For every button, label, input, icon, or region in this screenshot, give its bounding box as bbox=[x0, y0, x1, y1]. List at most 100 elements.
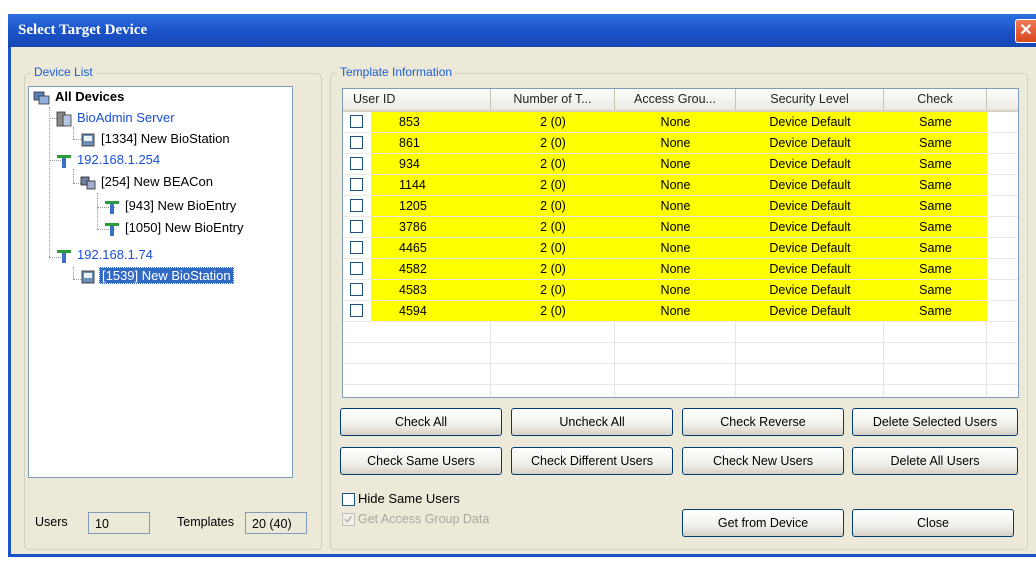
column-header-check[interactable]: Check bbox=[884, 89, 987, 110]
template-table[interactable]: User ID Number of T... Access Grou... Se… bbox=[342, 88, 1019, 398]
templates-cell: 2 (0) bbox=[491, 280, 615, 300]
access-group-cell: None bbox=[615, 259, 736, 279]
tree-node-biostation-1334[interactable]: [1334] New BioStation bbox=[79, 131, 232, 148]
empty-cell bbox=[343, 364, 491, 384]
security-level-cell: Device Default bbox=[736, 112, 884, 132]
bioentry-icon bbox=[105, 222, 119, 236]
row-checkbox[interactable] bbox=[350, 178, 363, 191]
table-row[interactable]: 853 2 (0) None Device Default Same bbox=[343, 112, 1018, 133]
column-header-user-id[interactable]: User ID bbox=[343, 89, 491, 110]
tree-line bbox=[97, 193, 98, 229]
column-header-security-level[interactable]: Security Level bbox=[736, 89, 884, 110]
tree-node-biostation-1539[interactable]: [1539] New BioStation bbox=[79, 267, 234, 285]
delete-all-users-button[interactable]: Delete All Users bbox=[852, 447, 1018, 475]
checkmark-icon bbox=[344, 516, 352, 523]
tree-node-beacon-254[interactable]: [254] New BEACon bbox=[79, 174, 215, 191]
security-level-cell: Device Default bbox=[736, 133, 884, 153]
tree-node-label: [1334] New BioStation bbox=[101, 131, 230, 146]
row-checkbox[interactable] bbox=[350, 304, 363, 317]
templates-cell: 2 (0) bbox=[491, 259, 615, 279]
hide-same-users-checkbox[interactable] bbox=[342, 493, 355, 506]
access-group-cell: None bbox=[615, 112, 736, 132]
templates-count-field: 20 (40) bbox=[245, 512, 307, 534]
close-window-button[interactable]: ✕ bbox=[1015, 19, 1036, 43]
tree-node-label: [1539] New BioStation bbox=[99, 267, 234, 284]
table-row[interactable]: 934 2 (0) None Device Default Same bbox=[343, 154, 1018, 175]
security-level-cell: Device Default bbox=[736, 280, 884, 300]
empty-cell bbox=[884, 322, 987, 342]
users-count-field: 10 bbox=[88, 512, 150, 534]
access-group-cell: None bbox=[615, 280, 736, 300]
table-row[interactable]: 3786 2 (0) None Device Default Same bbox=[343, 217, 1018, 238]
check-same-users-button[interactable]: Check Same Users bbox=[340, 447, 502, 475]
security-level-cell: Device Default bbox=[736, 259, 884, 279]
column-header-access-group[interactable]: Access Grou... bbox=[615, 89, 736, 110]
table-row[interactable]: 4594 2 (0) None Device Default Same bbox=[343, 301, 1018, 322]
delete-selected-users-button[interactable]: Delete Selected Users bbox=[852, 408, 1018, 436]
check-cell: Same bbox=[884, 175, 987, 195]
templates-cell: 2 (0) bbox=[491, 301, 615, 321]
check-all-button[interactable]: Check All bbox=[340, 408, 502, 436]
tree-line bbox=[73, 127, 74, 139]
row-checkbox[interactable] bbox=[350, 199, 363, 212]
tree-node-192-168-1-74[interactable]: 192.168.1.74 bbox=[55, 247, 155, 264]
check-reverse-button[interactable]: Check Reverse bbox=[682, 408, 844, 436]
tree-node-192-168-1-254[interactable]: 192.168.1.254 bbox=[55, 152, 162, 169]
biostation-icon bbox=[81, 270, 95, 283]
access-group-cell: None bbox=[615, 238, 736, 258]
templates-cell: 2 (0) bbox=[491, 154, 615, 174]
server-icon bbox=[56, 111, 72, 126]
tree-node-bioentry-943[interactable]: [943] New BioEntry bbox=[103, 198, 238, 215]
user-id-cell: 3786 bbox=[371, 217, 491, 237]
table-row[interactable]: 4583 2 (0) None Device Default Same bbox=[343, 280, 1018, 301]
network-icon bbox=[57, 249, 71, 263]
table-row[interactable]: 4465 2 (0) None Device Default Same bbox=[343, 238, 1018, 259]
row-checkbox[interactable] bbox=[350, 220, 363, 233]
templates-cell: 2 (0) bbox=[491, 196, 615, 216]
row-checkbox[interactable] bbox=[350, 157, 363, 170]
row-checkbox[interactable] bbox=[350, 283, 363, 296]
templates-cell: 2 (0) bbox=[491, 112, 615, 132]
access-group-cell: None bbox=[615, 154, 736, 174]
table-row[interactable]: 1144 2 (0) None Device Default Same bbox=[343, 175, 1018, 196]
biostation-icon bbox=[81, 133, 95, 146]
empty-cell bbox=[615, 364, 736, 384]
empty-table-row bbox=[343, 343, 1018, 364]
tree-node-bioadmin-server[interactable]: BioAdmin Server bbox=[55, 110, 177, 127]
uncheck-all-button[interactable]: Uncheck All bbox=[511, 408, 673, 436]
table-header: User ID Number of T... Access Grou... Se… bbox=[343, 89, 1018, 112]
row-checkbox[interactable] bbox=[350, 241, 363, 254]
check-new-users-button[interactable]: Check New Users bbox=[682, 447, 844, 475]
security-level-cell: Device Default bbox=[736, 301, 884, 321]
bioentry-icon bbox=[105, 200, 119, 214]
close-button[interactable]: Close bbox=[852, 509, 1014, 537]
row-checkbox[interactable] bbox=[350, 115, 363, 128]
templates-cell: 2 (0) bbox=[491, 175, 615, 195]
templates-cell: 2 (0) bbox=[491, 217, 615, 237]
table-row[interactable]: 1205 2 (0) None Device Default Same bbox=[343, 196, 1018, 217]
security-level-cell: Device Default bbox=[736, 238, 884, 258]
empty-cell bbox=[884, 385, 987, 397]
tree-node-label: All Devices bbox=[55, 89, 125, 104]
tree-node-label: [254] New BEACon bbox=[101, 174, 214, 189]
empty-cell bbox=[884, 364, 987, 384]
templates-label: Templates bbox=[177, 515, 234, 529]
row-checkbox[interactable] bbox=[350, 262, 363, 275]
table-row[interactable]: 4582 2 (0) None Device Default Same bbox=[343, 259, 1018, 280]
all-devices-icon bbox=[33, 91, 50, 104]
security-level-cell: Device Default bbox=[736, 217, 884, 237]
empty-cell bbox=[736, 385, 884, 397]
tree-node-all-devices[interactable]: All Devices bbox=[33, 89, 126, 106]
tree-node-bioentry-1050[interactable]: [1050] New BioEntry bbox=[103, 220, 246, 237]
tree-line bbox=[49, 107, 50, 257]
templates-cell: 2 (0) bbox=[491, 238, 615, 258]
table-row[interactable]: 861 2 (0) None Device Default Same bbox=[343, 133, 1018, 154]
hide-same-users-label[interactable]: Hide Same Users bbox=[358, 491, 460, 506]
check-cell: Same bbox=[884, 280, 987, 300]
get-from-device-button[interactable]: Get from Device bbox=[682, 509, 844, 537]
device-tree[interactable]: All Devices BioAdmin Server [1334] New B… bbox=[28, 86, 293, 478]
row-checkbox[interactable] bbox=[350, 136, 363, 149]
check-different-users-button[interactable]: Check Different Users bbox=[511, 447, 673, 475]
column-header-number-of-templates[interactable]: Number of T... bbox=[491, 89, 615, 110]
empty-table-row bbox=[343, 364, 1018, 385]
